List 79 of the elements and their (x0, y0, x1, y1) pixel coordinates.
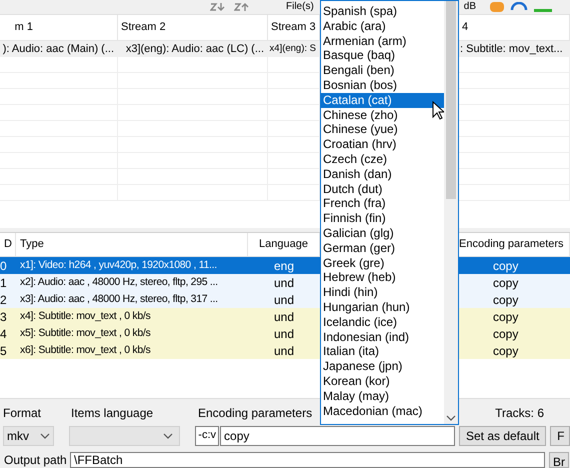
next-button[interactable]: F (550, 426, 570, 446)
language-option[interactable]: Armenian (arm) (321, 34, 444, 48)
encoding-parameters-label: Encoding parameters (198, 405, 312, 422)
scrollbar-thumb[interactable] (446, 1, 456, 199)
tracks-count: Tracks: 6 (495, 405, 544, 422)
table-cell-text: x3]: Audio: aac , 48000 Hz, stereo, fltp, 317 ... (19, 292, 219, 307)
scrollbar[interactable] (444, 1, 458, 424)
table-cell-text: 0 (0, 258, 8, 274)
table-cell-text: ): Audio: aac (Main) (... (2, 42, 115, 57)
sort-descending-icon[interactable] (210, 2, 226, 12)
language-option[interactable]: Japanese (jpn) (321, 359, 444, 374)
items-language-label: Items language (71, 405, 154, 422)
language-option[interactable]: Finnish (fin) (321, 211, 444, 226)
output-path-label: Output path (4, 452, 68, 468)
horizontal-line-icon[interactable] (534, 9, 552, 12)
table-cell-text: copy (492, 342, 520, 359)
table-cell-text: 4 (0, 326, 8, 342)
language-option[interactable]: Indonesian (ind) (321, 330, 444, 344)
browse-button[interactable]: Br (549, 452, 569, 468)
table-cell-text: 2 (0, 292, 8, 308)
table-cell-text: und (272, 308, 296, 325)
table-cell-text: und (272, 342, 296, 359)
language-option[interactable]: Czech (cze) (321, 152, 444, 167)
language-option[interactable]: Chinese (yue) (321, 122, 444, 138)
table-cell-text: x2]: Audio: aac , 48000 Hz, stereo, fltp, 295 ... (19, 274, 219, 290)
table-cell-text: copy (492, 308, 520, 325)
column-header[interactable]: Type (16, 233, 248, 256)
table-cell-text: x4](eng): S (268, 42, 317, 56)
table-cell-text: : Subtitle: mov_text... (459, 42, 564, 57)
language-option[interactable]: Spanish (spa) (321, 4, 444, 19)
table-cell-text: copy (492, 258, 520, 274)
language-option[interactable]: Macedonian (mac) (321, 404, 444, 418)
table-cell-text: x5]: Subtitle: mov_text , 0 kb/s (19, 326, 152, 341)
column-header[interactable]: m 1 (0, 15, 118, 40)
language-option[interactable]: Basque (baq) (321, 48, 444, 64)
language-option[interactable]: Croatian (hrv) (321, 137, 444, 152)
items-language-select[interactable] (69, 426, 180, 446)
table-cell-text: und (272, 326, 296, 342)
table-cell-text: und (272, 292, 296, 308)
mouse-cursor-icon (432, 101, 444, 120)
column-header[interactable]: Stream 2 (118, 15, 268, 40)
table-cell-text: copy (492, 274, 520, 291)
language-option[interactable]: Bengali (ben) (321, 63, 444, 78)
table-cell-text: x4]: Subtitle: mov_text , 0 kb/s (19, 308, 152, 324)
codec-flag-field[interactable]: -c:v (195, 426, 220, 446)
table-cell-text: 1 (0, 274, 8, 291)
chevron-down-icon (446, 415, 456, 421)
language-option[interactable]: Danish (dan) (321, 166, 444, 182)
language-option[interactable]: Greek (gre) (321, 256, 444, 270)
language-option[interactable]: Italian (ita) (321, 344, 444, 360)
table-cell-text: 5 (0, 342, 8, 359)
language-option[interactable]: Galician (glg) (321, 226, 444, 241)
language-option[interactable]: Korean (kor) (321, 374, 444, 389)
table-cell-text: x1]: Video: h264 , yuv420p, 1920x1080 , 11... (19, 258, 218, 273)
language-option[interactable]: Malay (may) (321, 388, 444, 404)
db-label: dB (464, 1, 476, 13)
table-cell-text: eng (272, 258, 296, 274)
column-header[interactable]: D (0, 233, 16, 256)
language-option[interactable]: Catalan (cat) (321, 92, 444, 108)
format-label: Format (3, 405, 42, 422)
language-option[interactable]: Dutch (dut) (321, 182, 444, 196)
table-cell-text: 3 (0, 308, 8, 325)
files-label: File(s) (286, 1, 314, 13)
table-cell-text: copy (492, 326, 520, 342)
output-path-field[interactable]: \FFBatch (70, 452, 545, 468)
language-option[interactable]: Arabic (ara) (321, 18, 444, 34)
sort-ascending-icon[interactable] (234, 2, 250, 12)
chevron-down-icon (163, 432, 174, 438)
table-cell-text: copy (492, 292, 520, 308)
table-cell-text: x3](eng): Audio: aac (LC) (... (124, 42, 265, 57)
language-option[interactable]: German (ger) (321, 240, 444, 256)
format-select[interactable]: mkv (3, 426, 54, 446)
set-as-default-button[interactable]: Set as default (459, 426, 546, 446)
table-cell-text: x6]: Subtitle: mov_text , 0 kb/s (19, 342, 152, 358)
language-option[interactable]: French (fra) (321, 196, 444, 212)
chevron-down-icon (40, 432, 50, 438)
encoding-input[interactable]: copy (220, 426, 456, 446)
table-cell-text: und (272, 274, 296, 291)
language-option[interactable]: Bosnian (bos) (321, 78, 444, 93)
